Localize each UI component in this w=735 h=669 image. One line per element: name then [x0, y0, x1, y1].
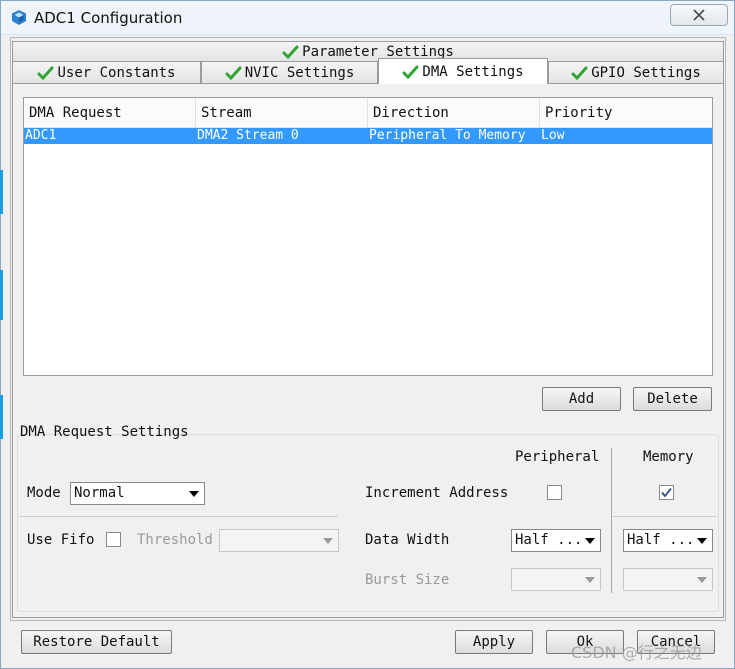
- check-icon: [225, 66, 242, 80]
- threshold-select[interactable]: [219, 529, 339, 552]
- chevron-down-icon: [189, 491, 199, 497]
- add-button[interactable]: Add: [542, 387, 621, 411]
- cell-priority: Low: [541, 128, 565, 143]
- mode-label: Mode: [27, 485, 61, 501]
- close-button[interactable]: [670, 4, 728, 26]
- watermark: CSDN @行之无边: [571, 643, 702, 662]
- dialog-window: ADC1 Configuration Parameter Settings Us…: [0, 0, 735, 669]
- title-bar[interactable]: ADC1 Configuration: [1, 1, 734, 35]
- window-edge-accent: [0, 395, 3, 439]
- burst-size-peripheral-select[interactable]: [511, 568, 601, 591]
- dma-request-table[interactable]: DMA Request Stream Direction Priority AD…: [23, 97, 713, 376]
- use-fifo-label: Use Fifo: [27, 532, 95, 548]
- mode-value: Normal: [74, 485, 125, 501]
- increment-memory-checkbox[interactable]: [659, 485, 674, 500]
- window-edge-accent: [0, 270, 3, 320]
- tab-label: User Constants: [57, 64, 176, 81]
- tab-label: DMA Settings: [422, 63, 524, 80]
- tab-parameter-settings[interactable]: Parameter Settings: [12, 41, 724, 61]
- tab-gpio-settings[interactable]: GPIO Settings: [548, 61, 724, 83]
- use-fifo-checkbox[interactable]: [106, 532, 121, 547]
- burst-size-memory-select[interactable]: [623, 568, 713, 591]
- peripheral-column-label: Peripheral: [515, 449, 600, 465]
- tab-dma-settings[interactable]: DMA Settings: [378, 58, 548, 84]
- data-width-peripheral-select[interactable]: Half ...: [511, 529, 601, 552]
- table-row[interactable]: ADC1 DMA2 Stream 0 Peripheral To Memory …: [24, 128, 712, 144]
- delete-button[interactable]: Delete: [633, 387, 712, 411]
- memory-column-label: Memory: [643, 449, 694, 465]
- chevron-down-icon: [697, 538, 707, 544]
- dma-request-settings-title: DMA Request Settings: [20, 424, 189, 440]
- cell-stream: DMA2 Stream 0: [197, 128, 299, 143]
- window-title: ADC1 Configuration: [34, 9, 183, 27]
- increment-peripheral-checkbox[interactable]: [547, 485, 562, 500]
- window-edge-accent: [0, 170, 3, 214]
- data-width-memory-value: Half ...: [627, 532, 695, 548]
- increment-address-label: Increment Address: [365, 485, 509, 501]
- column-header-direction[interactable]: Direction: [368, 98, 540, 128]
- check-icon: [37, 66, 54, 80]
- apply-button[interactable]: Apply: [455, 630, 533, 654]
- check-icon: [571, 66, 588, 80]
- row-divider: [613, 516, 717, 517]
- tab-label: GPIO Settings: [591, 64, 701, 81]
- data-width-label: Data Width: [365, 532, 450, 548]
- mode-select[interactable]: Normal: [70, 482, 205, 505]
- table-header: DMA Request Stream Direction Priority: [24, 98, 712, 128]
- chevron-down-icon: [585, 538, 595, 544]
- threshold-label: Threshold: [137, 532, 213, 548]
- data-width-peripheral-value: Half ...: [515, 532, 583, 548]
- tab-user-constants[interactable]: User Constants: [12, 61, 201, 83]
- column-header-stream[interactable]: Stream: [196, 98, 368, 128]
- cube-app-icon: [12, 10, 26, 25]
- column-header-dma-request[interactable]: DMA Request: [24, 98, 196, 128]
- chevron-down-icon: [323, 538, 333, 544]
- check-icon: [402, 65, 419, 79]
- close-icon: [693, 9, 705, 21]
- column-divider: [611, 448, 612, 593]
- tab-label: NVIC Settings: [244, 64, 355, 81]
- column-header-priority[interactable]: Priority: [540, 98, 712, 128]
- tab-nvic-settings[interactable]: NVIC Settings: [201, 61, 378, 83]
- burst-size-label: Burst Size: [365, 572, 450, 588]
- row-divider: [19, 516, 338, 517]
- check-icon: [282, 45, 299, 59]
- cell-direction: Peripheral To Memory: [369, 128, 526, 143]
- checkmark-icon: [661, 487, 672, 498]
- data-width-memory-select[interactable]: Half ...: [623, 529, 713, 552]
- cell-dma-request: ADC1: [25, 128, 57, 143]
- chevron-down-icon: [697, 577, 707, 583]
- restore-default-button[interactable]: Restore Default: [21, 630, 172, 654]
- chevron-down-icon: [585, 577, 595, 583]
